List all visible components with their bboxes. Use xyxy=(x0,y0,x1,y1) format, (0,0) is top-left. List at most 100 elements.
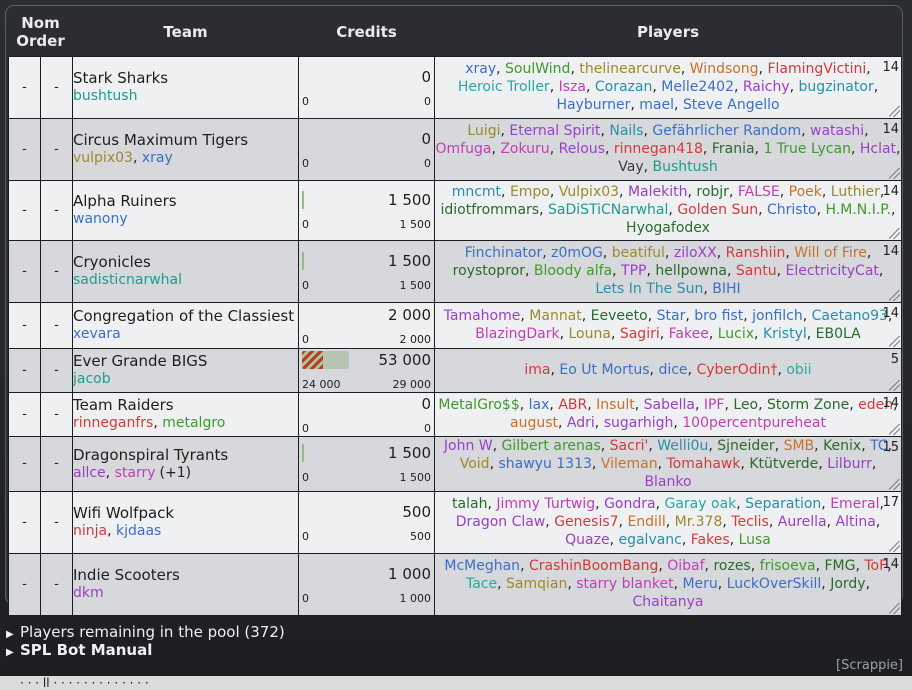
player-link[interactable]: Malekith xyxy=(628,184,688,200)
resize-grip-icon[interactable] xyxy=(889,335,900,347)
manager-link[interactable]: sadisticnarwhal xyxy=(73,272,182,288)
resize-grip-icon[interactable] xyxy=(889,167,900,179)
footer-signature[interactable]: [Scrappie] xyxy=(836,658,903,673)
player-link[interactable]: SoulWind xyxy=(505,61,570,77)
player-link[interactable]: hellpowna xyxy=(655,263,727,279)
player-link[interactable]: starry blanket xyxy=(576,576,673,592)
player-link[interactable]: Caetano93 xyxy=(812,308,888,324)
resize-grip-icon[interactable] xyxy=(889,540,900,552)
player-link[interactable]: John W xyxy=(444,438,493,454)
player-link[interactable]: Poek xyxy=(789,184,822,200)
resize-grip-icon[interactable] xyxy=(889,105,900,117)
player-link[interactable]: Fakes xyxy=(691,532,730,548)
player-link[interactable]: Ranshiin xyxy=(726,245,786,261)
player-link[interactable]: Hclat xyxy=(860,141,896,157)
player-link[interactable]: SMB xyxy=(784,438,815,454)
player-link[interactable]: Garay oak xyxy=(665,496,737,512)
player-link[interactable]: Fakee xyxy=(669,326,709,342)
player-link[interactable]: Sacri' xyxy=(610,438,649,454)
player-link[interactable]: talah xyxy=(452,496,487,512)
player-link[interactable]: Lusa xyxy=(739,532,771,548)
player-link[interactable]: Lucix xyxy=(718,326,754,342)
player-link[interactable]: Gondra xyxy=(604,496,656,512)
player-link[interactable]: TPP xyxy=(621,263,646,279)
player-link[interactable]: mael xyxy=(639,97,674,113)
player-link[interactable]: bro fist xyxy=(694,308,743,324)
player-link[interactable]: rozes xyxy=(713,558,750,574)
manager-link[interactable]: xevara xyxy=(73,326,121,342)
player-link[interactable]: dice xyxy=(658,362,687,378)
player-link[interactable]: Christo xyxy=(767,202,817,218)
nom-order-header[interactable]: Nom Order xyxy=(9,8,73,56)
player-link[interactable]: ABR xyxy=(558,397,587,413)
player-link[interactable]: Sabella xyxy=(644,397,695,413)
manager-link[interactable]: xray xyxy=(142,150,173,166)
player-link[interactable]: Isza xyxy=(559,79,586,95)
player-link[interactable]: Hayburner xyxy=(556,97,630,113)
player-link[interactable]: BIHI xyxy=(712,281,740,297)
player-link[interactable]: Oibaf xyxy=(667,558,704,574)
player-link[interactable]: frisoeva xyxy=(760,558,816,574)
manager-link[interactable]: bushtush xyxy=(73,88,137,104)
resize-grip-icon[interactable] xyxy=(889,478,900,490)
player-link[interactable]: Sagiri xyxy=(620,326,660,342)
player-link[interactable]: LuckOverSkill xyxy=(727,576,822,592)
manager-link[interactable]: metalgro xyxy=(162,415,225,431)
player-link[interactable]: Endill xyxy=(627,514,665,530)
manager-link[interactable]: kjdaas xyxy=(116,523,161,539)
player-link[interactable]: Chaitanya xyxy=(633,594,704,610)
player-link[interactable]: Zokuru xyxy=(500,141,549,157)
manual-summary[interactable]: ▶ SPL Bot Manual xyxy=(6,641,152,659)
player-link[interactable]: Kristyl xyxy=(763,326,807,342)
player-link[interactable]: Kenix xyxy=(823,438,861,454)
player-link[interactable]: Heroic Troller xyxy=(458,79,550,95)
player-link[interactable]: Samqian xyxy=(506,576,567,592)
manager-link[interactable]: ninja xyxy=(73,523,107,539)
player-link[interactable]: Gefährlicher Random xyxy=(652,123,801,139)
player-link[interactable]: z0mOG xyxy=(551,245,603,261)
player-link[interactable]: mncmt xyxy=(452,184,501,200)
manager-link[interactable]: dkm xyxy=(73,585,104,601)
player-link[interactable]: Luigi xyxy=(467,123,500,139)
player-link[interactable]: IPF xyxy=(704,397,725,413)
player-link[interactable]: rinnegan418 xyxy=(614,141,703,157)
player-link[interactable]: Teclis xyxy=(731,514,769,530)
player-link[interactable]: Corazan xyxy=(595,79,652,95)
resize-grip-icon[interactable] xyxy=(889,289,900,301)
player-link[interactable]: Genesis7 xyxy=(554,514,618,530)
player-link[interactable]: Aurella xyxy=(778,514,827,530)
player-link[interactable]: Adri xyxy=(567,415,595,431)
player-link[interactable]: Louna xyxy=(568,326,610,342)
player-link[interactable]: Jordy xyxy=(830,576,865,592)
player-link[interactable]: Omfuga xyxy=(436,141,492,157)
player-link[interactable]: Gilbert arenas xyxy=(502,438,601,454)
player-link[interactable]: Lilburr xyxy=(827,456,872,472)
player-link[interactable]: Altina xyxy=(836,514,876,530)
resize-grip-icon[interactable] xyxy=(889,423,900,435)
manager-link[interactable]: rinneganfrs xyxy=(73,415,153,431)
player-link[interactable]: Relous xyxy=(559,141,605,157)
player-link[interactable]: Mannat xyxy=(529,308,581,324)
players-header[interactable]: Players xyxy=(435,8,902,56)
player-link[interactable]: Will of Fire xyxy=(794,245,867,261)
player-link[interactable]: 1 True Lycan xyxy=(763,141,851,157)
manager-link[interactable]: wanony xyxy=(73,211,128,227)
player-link[interactable]: idiotfrommars xyxy=(441,202,540,218)
player-link[interactable]: CrashinBoomBang xyxy=(529,558,658,574)
player-link[interactable]: egalvanc xyxy=(618,532,681,548)
player-link[interactable]: Quaze xyxy=(565,532,609,548)
player-link[interactable]: shawyu 1313 xyxy=(498,456,591,472)
manager-link[interactable]: starry xyxy=(115,465,156,481)
player-link[interactable]: Star xyxy=(657,308,686,324)
player-link[interactable]: Bloody alfa xyxy=(534,263,612,279)
player-link[interactable]: Hyogafodex xyxy=(626,220,710,236)
player-link[interactable]: Golden Sun xyxy=(677,202,758,218)
player-link[interactable]: Void xyxy=(460,456,490,472)
player-link[interactable]: Eeveeto xyxy=(591,308,648,324)
player-link[interactable]: FlamingVictini xyxy=(767,61,866,77)
player-link[interactable]: Vay xyxy=(618,159,643,175)
player-link[interactable]: bugzinator xyxy=(799,79,874,95)
player-link[interactable]: Eternal Spirit xyxy=(509,123,600,139)
player-link[interactable]: Vulpix03 xyxy=(559,184,619,200)
resize-grip-icon[interactable] xyxy=(889,227,900,239)
